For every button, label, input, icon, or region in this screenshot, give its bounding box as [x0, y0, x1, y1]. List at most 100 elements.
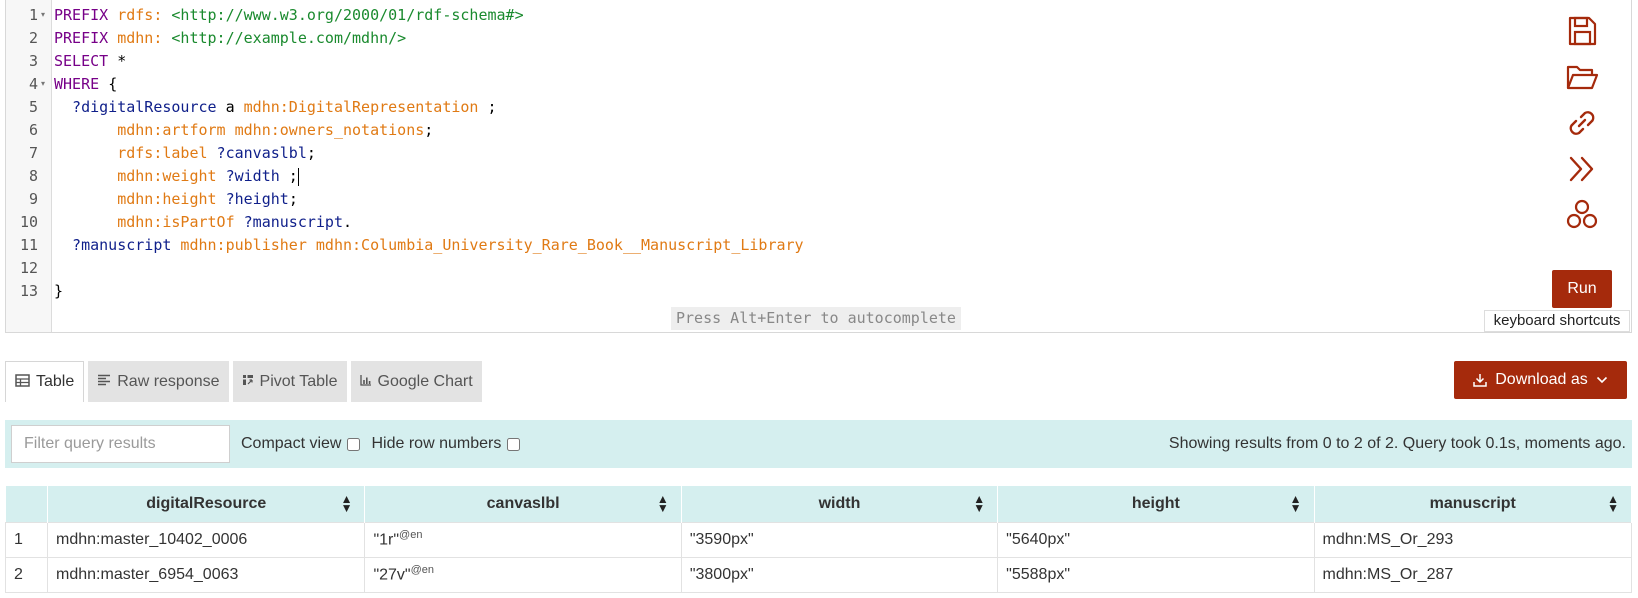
query-editor[interactable]: 1 ▾ 2 3 4 ▾ 5 6 7 8 9 10 11 12 13 PREFIX…: [5, 0, 1632, 333]
table-icon: [15, 374, 30, 390]
cell-digital-resource[interactable]: mdhn:master_10402_0006: [47, 521, 366, 558]
sort-icon[interactable]: ▲ ▼: [973, 493, 985, 514]
tab-label: Raw response: [117, 372, 220, 390]
prefixed-name: mdhn:publisher: [171, 236, 307, 254]
line-number: 10: [19, 213, 38, 231]
row-number-header: [5, 486, 49, 522]
hide-row-numbers-toggle[interactable]: Hide row numbers: [371, 435, 521, 453]
variable: ?digitalResource: [54, 98, 217, 116]
cell-height: "5640px": [997, 521, 1315, 558]
save-query-button[interactable]: [1560, 10, 1604, 52]
row-number: 2: [4, 556, 49, 593]
literal-value: "1r": [373, 531, 400, 549]
cell-width: "3590px": [680, 521, 999, 558]
filter-query-results-input[interactable]: [11, 425, 230, 463]
column-header[interactable]: digitalResource ▲ ▼: [47, 486, 366, 522]
column-header[interactable]: manuscript ▲ ▼: [1314, 486, 1633, 522]
hide-row-numbers-label: Hide row numbers: [371, 435, 502, 452]
results-table: digitalResource ▲ ▼ canvaslbl ▲ ▼ width ▲ ▼ he…: [4, 486, 1633, 593]
column-header-label: digitalResource: [146, 494, 267, 512]
cell-canvaslbl: "1r"@en: [364, 521, 682, 558]
line-number: 8: [28, 167, 38, 185]
column-header[interactable]: canvaslbl ▲ ▼: [364, 486, 682, 522]
code-line[interactable]: SELECT *: [54, 49, 1454, 73]
line-number: 1: [28, 6, 38, 24]
download-as-button[interactable]: Download as: [1454, 361, 1627, 399]
cell-canvaslbl: "27v"@en: [364, 556, 682, 593]
literal-value: "27v": [373, 566, 411, 584]
prefixed-name: mdhn:DigitalRepresentation: [243, 98, 479, 116]
code-text: ;: [424, 121, 434, 139]
code-line[interactable]: WHERE {: [54, 72, 1454, 96]
code-line[interactable]: mdhn:weight ?width ;: [54, 164, 1454, 188]
column-header[interactable]: width ▲ ▼: [681, 486, 999, 522]
variable: ?height: [216, 190, 289, 208]
line-number: 3: [28, 52, 38, 70]
column-header[interactable]: height ▲ ▼: [997, 486, 1315, 522]
line-gutter: 1 ▾ 2 3 4 ▾ 5 6 7 8 9 10 11 12 13: [6, 0, 52, 332]
code-text: ;: [279, 167, 298, 185]
code-line[interactable]: ?digitalResource a mdhn:DigitalRepresent…: [54, 95, 1454, 119]
variable: ?width: [216, 167, 280, 185]
line-number: 2: [28, 29, 38, 47]
open-query-button[interactable]: [1560, 56, 1604, 98]
row-number: 1: [4, 521, 49, 558]
query-status-text: Showing results from 0 to 2 of 2. Query …: [1168, 435, 1626, 452]
code-line[interactable]: PREFIX mdhn: <http://example.com/mdhn/>: [54, 26, 1454, 50]
sort-icon[interactable]: ▲ ▼: [1290, 493, 1302, 514]
code-line[interactable]: mdhn:isPartOf ?manuscript.: [54, 210, 1454, 234]
tab-raw-response[interactable]: Raw response: [88, 361, 229, 402]
results-controls: Compact view Hide row numbers Showing re…: [5, 420, 1632, 468]
save-icon: [1568, 16, 1597, 46]
share-link-button[interactable]: [1560, 102, 1604, 144]
sort-icon[interactable]: ▲ ▼: [1607, 493, 1619, 514]
cell-digital-resource[interactable]: mdhn:master_6954_0063: [47, 556, 366, 593]
cell-width: "3800px": [680, 556, 999, 593]
code-line[interactable]: rdfs:label ?canvaslbl;: [54, 141, 1454, 165]
code-text: ;: [478, 98, 497, 116]
code-line[interactable]: PREFIX rdfs: <http://www.w3.org/2000/01/…: [54, 3, 1454, 27]
keyword: PREFIX: [54, 29, 118, 47]
prefix-name: mdhn:: [117, 29, 163, 47]
code-line[interactable]: mdhn:height ?height;: [54, 187, 1454, 211]
tab-table[interactable]: Table: [5, 361, 85, 402]
line-number: 5: [28, 98, 38, 116]
tab-pivot-table[interactable]: Pivot Table: [232, 361, 347, 402]
code-text: }: [54, 282, 64, 300]
compact-view-checkbox[interactable]: [347, 437, 361, 451]
folder-open-icon: [1566, 65, 1599, 90]
compact-view-label: Compact view: [241, 435, 342, 452]
hide-row-numbers-checkbox[interactable]: [507, 437, 521, 451]
language-tag: @en: [410, 564, 435, 577]
code-text: {: [108, 75, 118, 93]
table-row: 2 mdhn:master_6954_0063 "27v"@en "3800px…: [4, 556, 1633, 593]
prefixed-name: mdhn:owners_notations: [225, 121, 425, 139]
line-number: 12: [19, 259, 38, 277]
column-header-label: height: [1131, 494, 1180, 512]
bar-chart-icon: [359, 374, 372, 389]
variable: ?canvaslbl: [207, 144, 307, 162]
download-icon: [1473, 374, 1487, 387]
code-line[interactable]: }: [54, 279, 1454, 303]
code-line[interactable]: mdhn:artform mdhn:owners_notations;: [54, 118, 1454, 142]
autocomplete-hint: Press Alt+Enter to autocomplete: [671, 307, 961, 330]
keyword: PREFIX: [54, 6, 118, 24]
cell-manuscript[interactable]: mdhn:MS_Or_293: [1313, 521, 1633, 558]
code-line[interactable]: ?manuscript mdhn:publisher mdhn:Columbia…: [54, 233, 1454, 257]
tab-google-chart[interactable]: Google Chart: [350, 361, 482, 402]
run-query-button[interactable]: Run: [1552, 270, 1612, 308]
line-number: 13: [19, 282, 38, 300]
code-text: .: [343, 213, 353, 231]
query-endpoint-button[interactable]: [1560, 194, 1604, 236]
keyboard-shortcuts-link[interactable]: keyboard shortcuts: [1484, 310, 1630, 332]
cell-manuscript[interactable]: mdhn:MS_Or_287: [1313, 556, 1633, 593]
link-icon: [1569, 111, 1595, 135]
sort-icon[interactable]: ▲ ▼: [341, 493, 353, 514]
fold-arrow-icon[interactable]: ▾: [41, 72, 45, 96]
sort-icon[interactable]: ▲ ▼: [657, 493, 669, 514]
collapse-editor-button[interactable]: [1560, 148, 1604, 190]
text-cursor: [297, 167, 299, 186]
fold-arrow-icon[interactable]: ▾: [41, 3, 45, 27]
prefixed-name: mdhn:height: [54, 190, 217, 208]
compact-view-toggle[interactable]: Compact view: [241, 435, 361, 453]
